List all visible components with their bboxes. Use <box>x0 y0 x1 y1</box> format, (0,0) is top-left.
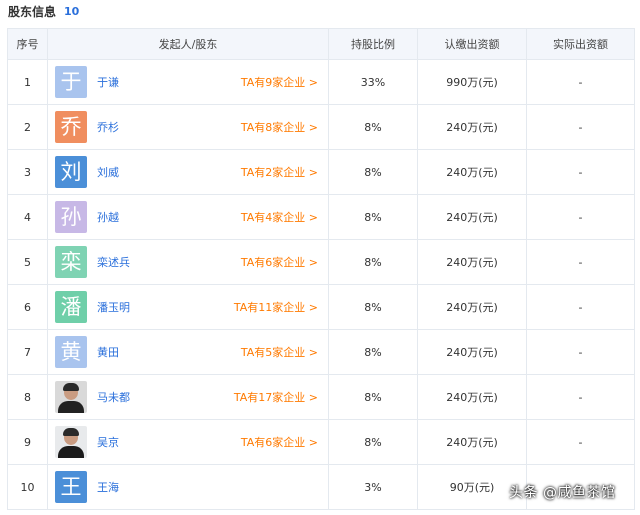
table-row: 6 潘 潘玉明 TA有11家企业 > 8% 240万(元) - <box>7 284 635 330</box>
related-companies-link[interactable]: TA有6家企业 > <box>241 254 318 270</box>
avatar-photo <box>55 426 87 458</box>
row-index: 8 <box>7 374 48 420</box>
share-ratio: 33% <box>328 59 418 105</box>
watermark: 头条 @咸鱼茶馆 <box>509 485 616 501</box>
related-companies-link[interactable]: TA有11家企业 > <box>234 299 318 315</box>
shareholder-name-link[interactable]: 吴京 <box>97 434 241 450</box>
shareholder-name-link[interactable]: 栾述兵 <box>97 254 241 270</box>
avatar: 刘 <box>55 156 87 188</box>
related-companies-link[interactable]: TA有2家企业 > <box>241 164 318 180</box>
share-ratio: 8% <box>328 329 418 375</box>
shareholder-cell: 于 于谦 TA有9家企业 > <box>48 60 328 104</box>
avatar-photo <box>55 381 87 413</box>
subscribed-capital: 240万(元) <box>417 149 527 195</box>
related-companies-link[interactable]: TA有8家企业 > <box>241 119 318 135</box>
shareholder-cell: 马未都 TA有17家企业 > <box>48 375 328 419</box>
table-row: 1 于 于谦 TA有9家企业 > 33% 990万(元) - <box>7 59 635 105</box>
col-header-subscribed: 认缴出资额 <box>417 28 527 60</box>
avatar: 潘 <box>55 291 87 323</box>
col-header-actual: 实际出资额 <box>526 28 635 60</box>
col-header-ratio: 持股比例 <box>328 28 418 60</box>
row-index: 1 <box>7 59 48 105</box>
shareholder-name-link[interactable]: 刘威 <box>97 164 241 180</box>
shareholder-cell: 刘 刘威 TA有2家企业 > <box>48 150 328 194</box>
row-index: 4 <box>7 194 48 240</box>
section-title: 股东信息 <box>8 4 57 19</box>
shareholder-cell: 吴京 TA有6家企业 > <box>48 420 328 464</box>
related-companies-link[interactable]: TA有17家企业 > <box>234 389 318 405</box>
related-companies-link[interactable]: TA有4家企业 > <box>241 209 318 225</box>
shareholder-cell: 乔 乔杉 TA有8家企业 > <box>48 105 328 149</box>
shareholder-cell: 黄 黄田 TA有5家企业 > <box>48 330 328 374</box>
table-row: 4 孙 孙越 TA有4家企业 > 8% 240万(元) - <box>7 194 635 240</box>
shareholder-cell: 王 王海 <box>48 465 328 509</box>
row-index: 9 <box>7 419 48 465</box>
shareholder-name-link[interactable]: 孙越 <box>97 209 241 225</box>
row-index: 3 <box>7 149 48 195</box>
section-header: 股东信息 10 <box>8 0 79 22</box>
share-ratio: 8% <box>328 419 418 465</box>
actual-capital: - <box>526 284 635 330</box>
related-companies-link[interactable]: TA有5家企业 > <box>241 344 318 360</box>
actual-capital: - <box>526 419 635 465</box>
actual-capital: - <box>526 59 635 105</box>
col-header-index: 序号 <box>7 28 48 60</box>
table-header-row: 序号 发起人/股东 持股比例 认缴出资额 实际出资额 <box>7 28 635 60</box>
row-index: 7 <box>7 329 48 375</box>
actual-capital: - <box>526 104 635 150</box>
table-row: 9 吴京 TA有6家企业 > 8% 240万(元) - <box>7 419 635 465</box>
actual-capital: - <box>526 194 635 240</box>
table-row: 7 黄 黄田 TA有5家企业 > 8% 240万(元) - <box>7 329 635 375</box>
shareholder-name-link[interactable]: 乔杉 <box>97 119 241 135</box>
shareholder-name-link[interactable]: 黄田 <box>97 344 241 360</box>
avatar: 黄 <box>55 336 87 368</box>
subscribed-capital: 240万(元) <box>417 419 527 465</box>
subscribed-capital: 240万(元) <box>417 284 527 330</box>
row-index: 5 <box>7 239 48 285</box>
table-row: 8 马未都 TA有17家企业 > 8% 240万(元) - <box>7 374 635 420</box>
actual-capital: - <box>526 329 635 375</box>
table-row: 3 刘 刘威 TA有2家企业 > 8% 240万(元) - <box>7 149 635 195</box>
subscribed-capital: 240万(元) <box>417 194 527 240</box>
table-row: 2 乔 乔杉 TA有8家企业 > 8% 240万(元) - <box>7 104 635 150</box>
subscribed-capital: 990万(元) <box>417 59 527 105</box>
shareholder-cell: 潘 潘玉明 TA有11家企业 > <box>48 285 328 329</box>
share-ratio: 3% <box>328 464 418 510</box>
shareholder-table: 序号 发起人/股东 持股比例 认缴出资额 实际出资额 1 于 于谦 TA有9家企… <box>7 28 635 510</box>
actual-capital: - <box>526 149 635 195</box>
col-header-shareholder: 发起人/股东 <box>47 28 329 60</box>
related-companies-link[interactable]: TA有6家企业 > <box>241 434 318 450</box>
actual-capital: - <box>526 374 635 420</box>
row-index: 10 <box>7 464 48 510</box>
avatar: 孙 <box>55 201 87 233</box>
row-index: 2 <box>7 104 48 150</box>
related-companies-link[interactable]: TA有9家企业 > <box>241 74 318 90</box>
avatar: 栾 <box>55 246 87 278</box>
shareholder-cell: 栾 栾述兵 TA有6家企业 > <box>48 240 328 284</box>
avatar: 于 <box>55 66 87 98</box>
shareholder-cell: 孙 孙越 TA有4家企业 > <box>48 195 328 239</box>
subscribed-capital: 240万(元) <box>417 104 527 150</box>
subscribed-capital: 240万(元) <box>417 329 527 375</box>
shareholder-name-link[interactable]: 马未都 <box>97 389 234 405</box>
avatar: 乔 <box>55 111 87 143</box>
share-ratio: 8% <box>328 194 418 240</box>
actual-capital: - <box>526 239 635 285</box>
shareholder-count: 10 <box>64 4 80 18</box>
share-ratio: 8% <box>328 374 418 420</box>
share-ratio: 8% <box>328 149 418 195</box>
row-index: 6 <box>7 284 48 330</box>
table-row: 5 栾 栾述兵 TA有6家企业 > 8% 240万(元) - <box>7 239 635 285</box>
share-ratio: 8% <box>328 239 418 285</box>
subscribed-capital: 240万(元) <box>417 374 527 420</box>
subscribed-capital: 240万(元) <box>417 239 527 285</box>
share-ratio: 8% <box>328 284 418 330</box>
shareholder-name-link[interactable]: 王海 <box>97 479 318 495</box>
shareholder-name-link[interactable]: 潘玉明 <box>97 299 234 315</box>
share-ratio: 8% <box>328 104 418 150</box>
avatar: 王 <box>55 471 87 503</box>
shareholder-name-link[interactable]: 于谦 <box>97 74 241 90</box>
